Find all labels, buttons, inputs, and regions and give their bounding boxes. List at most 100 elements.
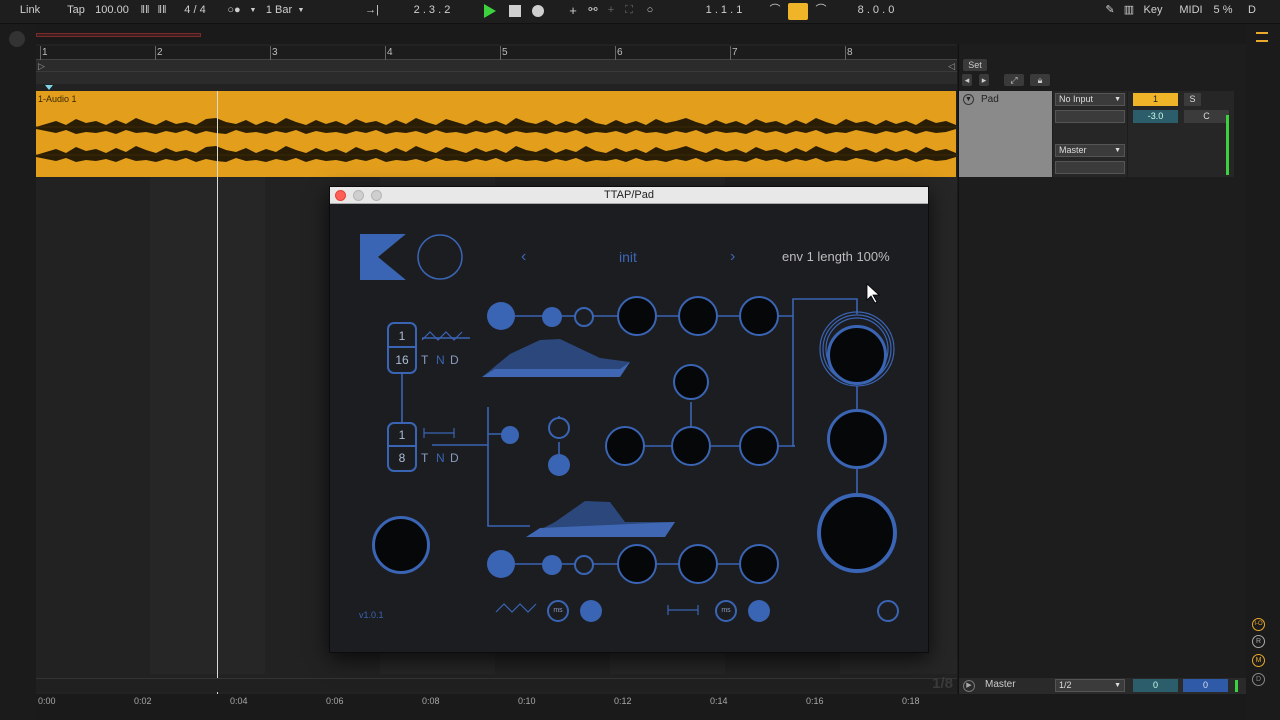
track-header[interactable]: ▼ Pad xyxy=(959,91,1052,177)
re-enable-automation-icon[interactable]: + xyxy=(604,3,618,20)
env2-sync-note-icon[interactable] xyxy=(748,600,770,622)
session-record-icon[interactable]: ○ xyxy=(643,3,657,20)
quantize-chevron-icon[interactable]: ▼ xyxy=(297,3,305,20)
metronome-menu-icon[interactable]: ▼ xyxy=(248,3,258,20)
master-output-select[interactable]: 1/2 ▼ xyxy=(1055,679,1125,692)
loop-toggle-icon[interactable] xyxy=(788,3,808,20)
nudge-up-icon[interactable]: ‖‖ xyxy=(155,3,169,20)
loop-length-field[interactable]: 8 . 0 . 0 xyxy=(836,3,916,20)
lfo-knob[interactable] xyxy=(671,426,711,466)
master-pan-field[interactable]: 0 xyxy=(1183,679,1228,692)
input-select[interactable]: No Input ▼ xyxy=(1055,93,1125,106)
env1-length-knob[interactable] xyxy=(617,296,657,336)
automation-arm-icon[interactable]: ⚯ xyxy=(585,3,601,20)
env1-amount-knob[interactable] xyxy=(739,296,779,336)
delay-toggle[interactable]: D xyxy=(1252,673,1265,686)
loop-start-marker-icon[interactable]: ▷ xyxy=(38,61,45,72)
audio-clip[interactable] xyxy=(36,91,956,177)
filter-mod-knob[interactable] xyxy=(739,426,779,466)
output-select[interactable]: Master ▼ xyxy=(1055,144,1125,157)
env2-attack-curve-button[interactable] xyxy=(542,555,562,575)
env2-shape-button[interactable] xyxy=(487,550,515,578)
env2-mode-d[interactable]: D xyxy=(450,451,459,465)
overdub-icon[interactable]: + xyxy=(566,3,580,20)
env2-ms-toggle[interactable]: ms xyxy=(715,600,737,622)
plugin-titlebar[interactable]: TTAP/Pad xyxy=(330,187,928,204)
output-channel-select[interactable] xyxy=(1055,161,1125,174)
input-channel-select[interactable] xyxy=(1055,110,1125,123)
metronome-icon[interactable]: ○● xyxy=(222,3,246,20)
forward-arrow-icon[interactable]: ▸ xyxy=(979,74,989,86)
volume-knob[interactable] xyxy=(827,325,887,385)
env2-amount-knob[interactable] xyxy=(739,544,779,584)
punch-in-icon[interactable]: ⌒ xyxy=(766,3,784,20)
expand-icon[interactable]: ⤢ xyxy=(1004,74,1024,86)
follow-icon[interactable]: →| xyxy=(362,3,382,20)
env1-stereo-knob[interactable] xyxy=(678,296,718,336)
osc-knob[interactable] xyxy=(605,426,645,466)
noise-knob[interactable] xyxy=(673,364,709,400)
master-fold-icon[interactable]: ▶ xyxy=(963,680,975,692)
track-activator[interactable]: 1 xyxy=(1133,93,1178,106)
env1-mode-t[interactable]: T xyxy=(421,353,428,367)
bar-ruler[interactable]: 1 2 3 4 5 6 7 8 xyxy=(36,46,957,60)
computer-keyboard-icon[interactable]: ▥ xyxy=(1121,3,1137,20)
env1-mode-n[interactable]: N xyxy=(436,353,445,367)
capture-icon[interactable]: ⛶ xyxy=(622,3,636,20)
menu-icon[interactable] xyxy=(1256,32,1268,42)
prev-preset-button[interactable]: ‹ xyxy=(521,248,526,266)
close-window-icon[interactable] xyxy=(335,190,346,201)
env1-ms-toggle[interactable]: ms xyxy=(547,600,569,622)
time-ruler[interactable]: 1/8 xyxy=(36,675,957,692)
browser-toggle-icon[interactable] xyxy=(9,31,25,47)
env1-release-curve-button[interactable] xyxy=(574,307,594,327)
set-button[interactable]: Set xyxy=(963,59,987,71)
back-arrow-icon[interactable]: ◂ xyxy=(962,74,972,86)
glide-knob[interactable] xyxy=(372,516,430,574)
loop-end-marker-icon[interactable]: ◁ xyxy=(948,61,955,72)
midi-map-button[interactable]: MIDI xyxy=(1176,3,1206,20)
nudge-down-icon[interactable]: ‖‖ xyxy=(138,3,152,20)
mix-menu-button[interactable] xyxy=(501,426,519,444)
volume-field[interactable]: -3.0 xyxy=(1133,110,1178,123)
loop-brace[interactable]: ▷ ◁ xyxy=(36,60,957,72)
env1-shape-button[interactable] xyxy=(487,302,515,330)
key-map-button[interactable]: Key xyxy=(1140,3,1166,20)
env1-rate-selector[interactable]: 1 16 xyxy=(387,322,417,374)
solo-button[interactable]: S xyxy=(1184,93,1201,106)
link-button[interactable]: Link xyxy=(12,3,48,20)
play-icon[interactable] xyxy=(484,4,496,18)
start-marker-icon[interactable] xyxy=(45,85,53,90)
filter-knob[interactable] xyxy=(827,409,887,469)
tap-button[interactable]: Tap xyxy=(62,3,90,20)
returns-toggle[interactable]: R xyxy=(1252,635,1265,648)
pan-field[interactable]: C xyxy=(1184,110,1229,123)
draw-mode-icon[interactable]: ✎ xyxy=(1102,3,1118,20)
mixer-toggle[interactable]: M xyxy=(1252,654,1265,667)
minimize-window-icon[interactable] xyxy=(353,190,364,201)
loop-start-field[interactable]: 1 . 1 . 1 xyxy=(684,3,764,20)
record-icon[interactable] xyxy=(532,5,544,17)
master-volume-field[interactable]: 0 xyxy=(1133,679,1178,692)
env2-rate-selector[interactable]: 1 8 xyxy=(387,422,417,472)
env2-mode-t[interactable]: T xyxy=(421,451,428,465)
env1-mode-d[interactable]: D xyxy=(450,353,459,367)
env2-stereo-knob[interactable] xyxy=(678,544,718,584)
preset-name[interactable]: init xyxy=(619,249,637,265)
zoom-window-icon[interactable] xyxy=(371,190,382,201)
next-preset-button[interactable]: › xyxy=(730,248,735,266)
master-track-name[interactable]: Master xyxy=(985,679,1016,690)
tempo-field[interactable]: 100.00 xyxy=(92,3,132,20)
overview-scroll[interactable] xyxy=(36,33,201,37)
env2-release-curve-button[interactable] xyxy=(574,555,594,575)
scrub-area[interactable] xyxy=(36,72,957,84)
route-right-button[interactable] xyxy=(548,454,570,476)
time-signature-field[interactable]: 4 / 4 xyxy=(175,3,215,20)
settings-menu-icon[interactable] xyxy=(877,600,899,622)
env2-length-knob[interactable] xyxy=(617,544,657,584)
io-toggle[interactable]: I-O xyxy=(1252,618,1265,631)
quantize-select[interactable]: 1 Bar xyxy=(262,3,296,20)
punch-out-icon[interactable]: ⌒ xyxy=(812,3,830,20)
env2-mode-n[interactable]: N xyxy=(436,451,445,465)
stop-icon[interactable] xyxy=(509,5,521,17)
